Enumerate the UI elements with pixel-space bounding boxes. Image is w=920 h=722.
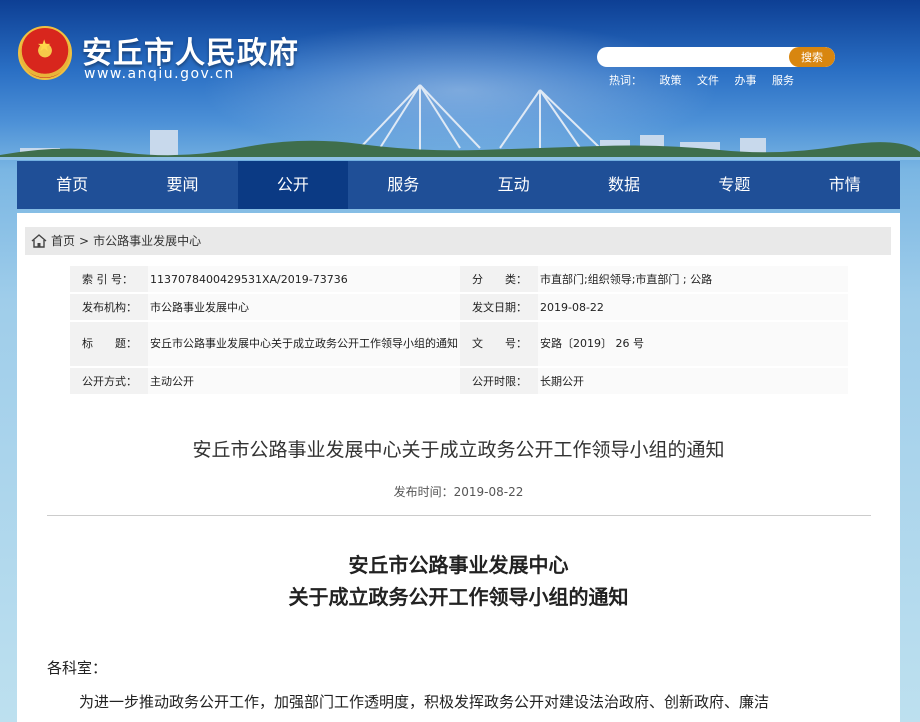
nav-news[interactable]: 要闻: [127, 161, 237, 209]
nav-services[interactable]: 服务: [348, 161, 458, 209]
hot-word-services[interactable]: 服务: [772, 74, 794, 87]
period-label: 公开时限：: [460, 368, 538, 394]
publisher-value: 市公路事业发展中心: [148, 294, 460, 320]
hot-word-documents[interactable]: 文件: [697, 74, 719, 87]
breadcrumb-home[interactable]: 首页: [51, 227, 75, 255]
index-value: 1137078400429531XA/2019-73736: [148, 266, 460, 292]
nav-home[interactable]: 首页: [17, 161, 127, 209]
search-box: 搜索: [597, 47, 835, 67]
hot-words-label: 热词：: [609, 74, 642, 87]
body-paragraph: 为进一步推动政务公开工作，加强部门工作透明度，积极发挥政务公开对建设法治政府、创…: [79, 693, 770, 711]
site-header: 安丘市人民政府 www.anqiu.gov.cn 搜索 热词： 政策 文件 办事…: [0, 0, 920, 160]
hot-word-affairs[interactable]: 办事: [735, 74, 757, 87]
main-content: 首页 > 市公路事业发展中心 索 引 号： 1137078400429531XA…: [17, 213, 900, 722]
breadcrumb-current[interactable]: 市公路事业发展中心: [93, 227, 201, 255]
docno-value: 安路〔2019〕 26 号: [538, 322, 848, 366]
publisher-label: 发布机构：: [70, 294, 148, 320]
search-button[interactable]: 搜索: [789, 47, 835, 67]
title-label: 标 题：: [70, 322, 148, 366]
category-label: 分 类：: [460, 266, 538, 292]
nav-topics[interactable]: 专题: [679, 161, 789, 209]
category-value: 市直部门;组织领导;市直部门 ; 公路: [538, 266, 848, 292]
publish-time-label: 发布时间：: [393, 485, 454, 499]
divider: [47, 515, 871, 516]
date-label: 发文日期：: [460, 294, 538, 320]
period-value: 长期公开: [538, 368, 848, 394]
mode-value: 主动公开: [148, 368, 460, 394]
search-input[interactable]: [597, 47, 787, 67]
home-icon: [31, 234, 47, 248]
site-url: www.anqiu.gov.cn: [84, 66, 235, 82]
document-title-line2: 关于成立政务公开工作领导小组的通知: [288, 585, 629, 609]
national-emblem-icon: [18, 26, 72, 80]
breadcrumb-separator: >: [79, 234, 90, 248]
index-label: 索 引 号：: [70, 266, 148, 292]
docno-label: 文 号：: [460, 322, 538, 366]
article-title: 安丘市公路事业发展中心关于成立政务公开工作领导小组的通知: [192, 439, 725, 461]
hot-word-policy[interactable]: 政策: [660, 74, 682, 87]
nav-open[interactable]: 公开: [237, 161, 349, 209]
title-value: 安丘市公路事业发展中心关于成立政务公开工作领导小组的通知: [148, 322, 460, 366]
document-title: 安丘市公路事业发展中心 关于成立政务公开工作领导小组的通知: [17, 549, 900, 613]
document-meta-table: 索 引 号： 1137078400429531XA/2019-73736 分 类…: [70, 264, 848, 396]
nav-city-info[interactable]: 市情: [790, 161, 900, 209]
date-value: 2019-08-22: [538, 294, 848, 320]
publish-time: 发布时间：2019-08-22: [17, 483, 900, 500]
hot-words: 热词： 政策 文件 办事 服务: [609, 72, 806, 88]
nav-interaction[interactable]: 互动: [459, 161, 569, 209]
breadcrumb: 首页 > 市公路事业发展中心: [25, 227, 891, 255]
mode-label: 公开方式：: [70, 368, 148, 394]
main-nav: 首页 要闻 公开 服务 互动 数据 专题 市情: [17, 161, 900, 209]
document-title-line1: 安丘市公路事业发展中心: [348, 553, 569, 577]
publish-time-value: 2019-08-22: [453, 485, 524, 499]
salutation: 各科室：: [47, 659, 108, 677]
nav-data[interactable]: 数据: [569, 161, 679, 209]
